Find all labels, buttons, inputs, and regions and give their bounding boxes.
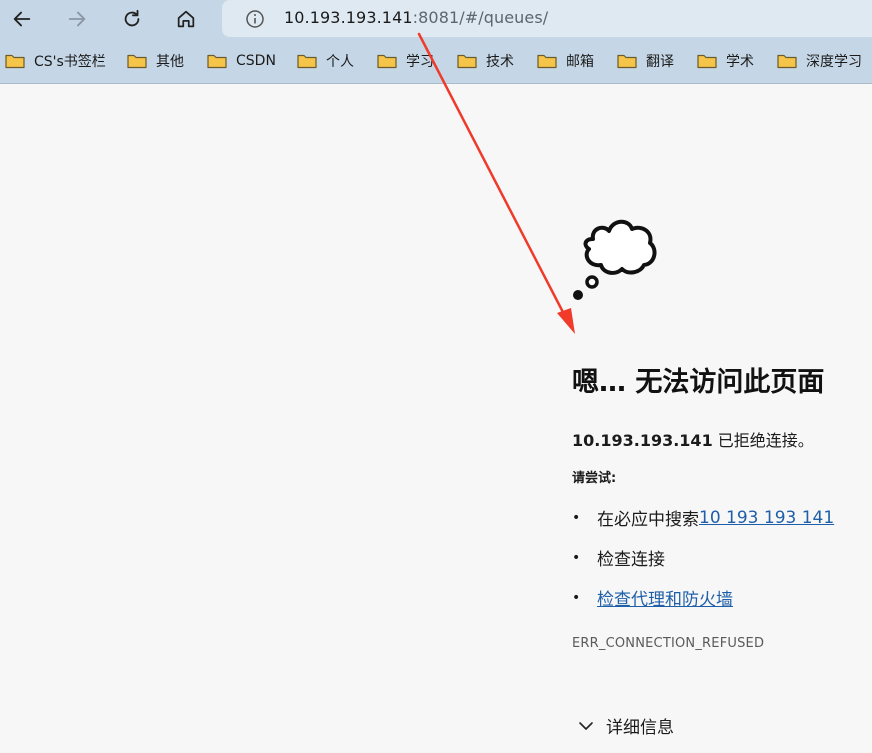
bookmark-label: 学术: [726, 54, 754, 70]
bookmark-folder[interactable]: CS's书签栏: [5, 50, 106, 72]
annotation-arrowhead: [557, 308, 575, 334]
site-info-icon[interactable]: [245, 9, 265, 29]
bookmark-folder[interactable]: 其他: [127, 50, 184, 72]
error-description: 10.193.193.141 已拒绝连接。: [572, 427, 814, 451]
folder-icon: [127, 54, 147, 69]
search-bing-link[interactable]: 10 193 193 141: [699, 508, 834, 528]
bookmarks-bar: CS's书签栏 其他 CSDN 个人 学习 技术 邮箱 翻译 学术 深度学习: [0, 44, 872, 78]
bookmark-label: CS's书签栏: [34, 54, 106, 70]
proxy-firewall-link[interactable]: 检查代理和防火墙: [597, 585, 733, 610]
bookmark-label: 翻译: [646, 54, 674, 70]
back-button[interactable]: [6, 3, 38, 35]
refresh-button[interactable]: [116, 3, 148, 35]
folder-icon: [297, 54, 317, 69]
try-label: 请尝试:: [572, 471, 617, 486]
bookmark-folder[interactable]: 邮箱: [537, 50, 594, 72]
error-code: ERR_CONNECTION_REFUSED: [572, 636, 765, 651]
bullet: •: [572, 549, 581, 566]
folder-icon: [457, 54, 477, 69]
forward-arrow-icon: [68, 11, 86, 27]
bookmark-label: 邮箱: [566, 54, 594, 70]
search-prefix: 在必应中搜索: [597, 510, 699, 530]
address-bar[interactable]: 10.193.193.141:8081/#/queues/: [222, 0, 872, 37]
browser-toolbar: 10.193.193.141:8081/#/queues/: [0, 0, 872, 38]
back-arrow-icon: [13, 11, 31, 27]
bookmark-label: 学习: [406, 54, 434, 70]
url-path: :8081/#/queues/: [412, 8, 549, 27]
home-icon: [177, 10, 195, 28]
bullet: •: [572, 589, 581, 606]
folder-icon: [697, 54, 717, 69]
bookmark-label: 个人: [326, 54, 354, 70]
browser-chrome: 10.193.193.141:8081/#/queues/ CS's书签栏 其他…: [0, 0, 872, 84]
bookmark-label: 深度学习: [806, 54, 862, 70]
thought-cloud-icon: [573, 219, 657, 300]
folder-icon: [777, 54, 797, 69]
suggestion-search: • 在必应中搜索 10 193 193 141: [572, 505, 834, 531]
refresh-icon: [124, 9, 140, 27]
suggestion-check-connection: • 检查连接: [572, 545, 665, 571]
refused-host: 10.193.193.141: [572, 431, 713, 450]
error-title: 嗯… 无法访问此页面: [572, 367, 825, 398]
bullet: •: [572, 509, 581, 526]
bookmark-folder[interactable]: 个人: [297, 50, 354, 72]
url-text[interactable]: 10.193.193.141:8081/#/queues/: [284, 8, 548, 27]
bookmark-folder[interactable]: CSDN: [207, 50, 276, 72]
folder-icon: [377, 54, 397, 69]
bookmark-folder[interactable]: 技术: [457, 50, 514, 72]
chevron-down-icon: [579, 721, 593, 730]
bookmark-label: 其他: [156, 54, 184, 70]
bookmark-folder[interactable]: 学习: [377, 50, 434, 72]
check-connection-text: 检查连接: [597, 550, 665, 570]
folder-icon: [537, 54, 557, 69]
bookmark-folder[interactable]: 学术: [697, 50, 754, 72]
bookmark-folder[interactable]: 深度学习: [777, 50, 862, 72]
details-label: 详细信息: [606, 718, 674, 738]
folder-icon: [617, 54, 637, 69]
url-host: 10.193.193.141: [284, 8, 413, 27]
bookmark-label: CSDN: [236, 53, 276, 69]
details-toggle[interactable]: 详细信息: [577, 713, 674, 738]
suggestion-proxy-firewall: • 检查代理和防火墙: [572, 585, 733, 611]
refused-text: 已拒绝连接。: [712, 431, 814, 450]
bookmark-folder[interactable]: 翻译: [617, 50, 674, 72]
bookmark-label: 技术: [486, 54, 514, 70]
home-button[interactable]: [170, 3, 202, 35]
folder-icon: [207, 54, 227, 69]
forward-button[interactable]: [61, 3, 93, 35]
folder-icon: [5, 54, 25, 69]
